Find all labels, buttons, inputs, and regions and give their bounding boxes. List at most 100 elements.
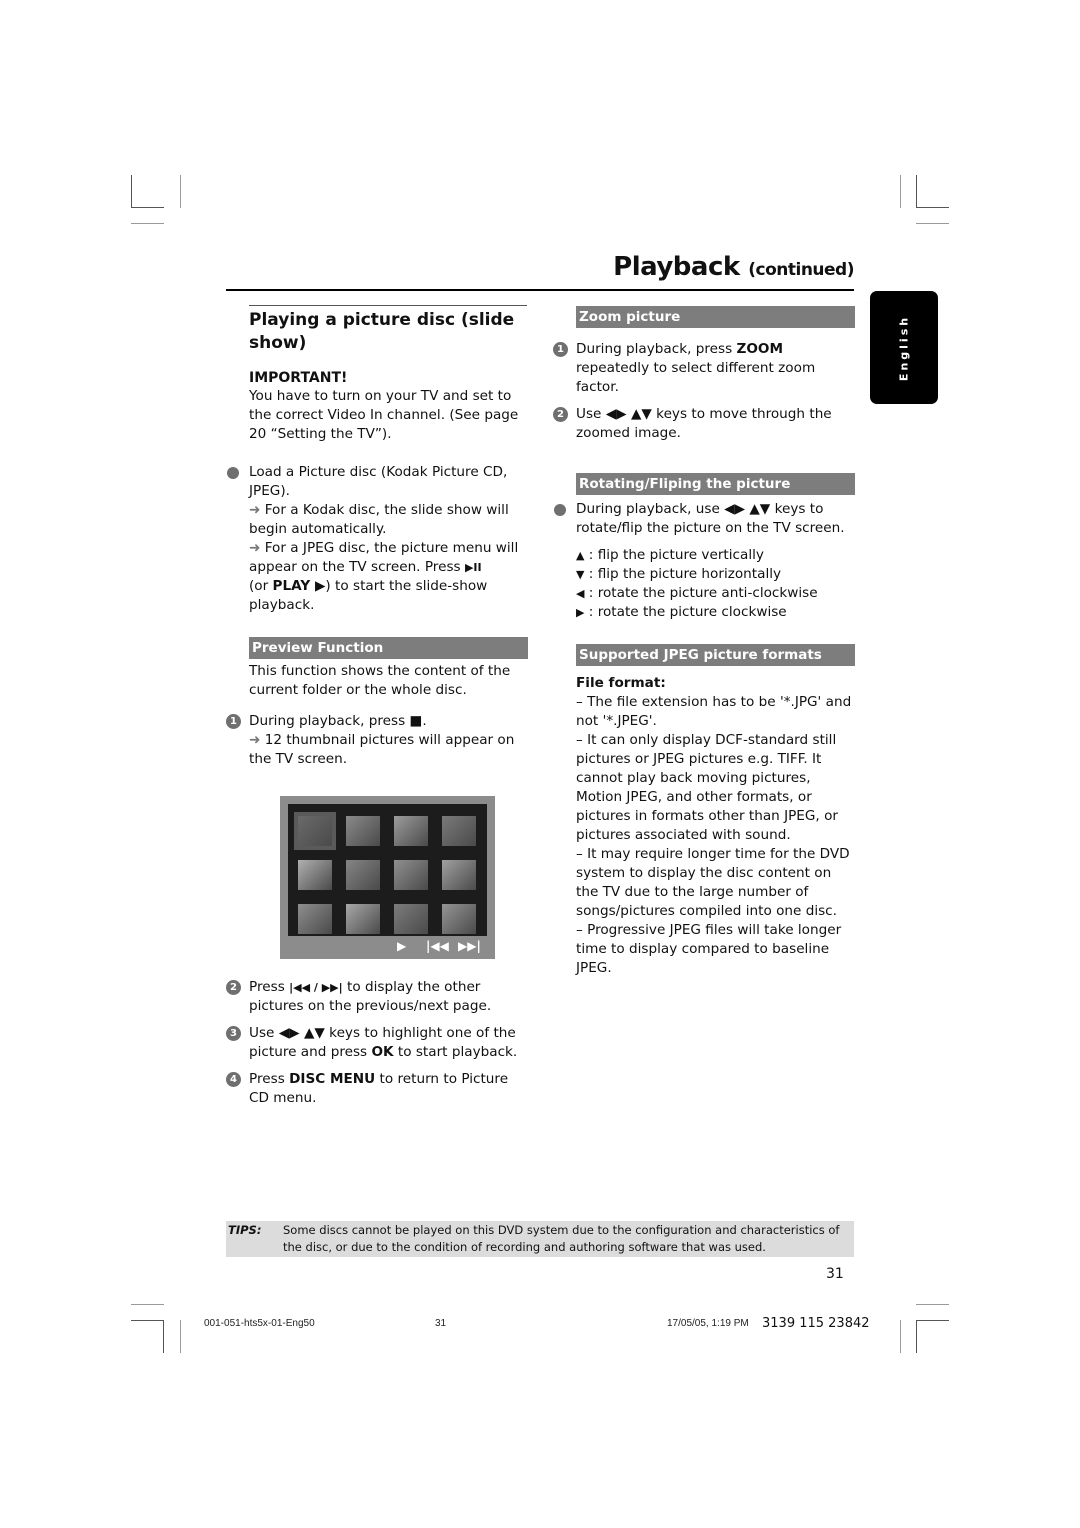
crop-mark [131,1304,164,1305]
crop-mark [916,1304,949,1305]
important-text: You have to turn on your TV and set to t… [249,388,519,442]
load-disc-item: Load a Picture disc (Kodak Picture CD, J… [226,463,528,615]
arrow-right-icon: ➜ [249,732,261,748]
thumbnail-image [346,860,380,890]
footer-date: 17/05/05, 1:19 PM [667,1318,749,1329]
zoom-step-1: 1 During playback, press ZOOM repeatedly… [553,340,855,397]
preview-step-2: 2 Press |◀◀ / ▶▶| to display the other p… [226,978,528,1016]
crop-mark [180,175,181,208]
thumbnail-grid [288,804,487,936]
crop-mark [916,223,949,224]
header-title: Playback [613,252,740,282]
arrow-down-icon: ▼ [576,568,585,581]
ok-key: OK [371,1044,394,1060]
language-tab-label: English [897,314,911,381]
thumbnail-image [394,816,428,846]
prev-next-icon: |◀◀ / ▶▶| [289,981,343,994]
rotate-key-row: ◀ : rotate the picture anti-clockwise [576,585,818,601]
step-number-icon: 1 [553,342,568,357]
crop-mark [131,175,132,208]
thumbnail-image [394,860,428,890]
step-number-icon: 3 [226,1026,241,1041]
play-pause-icon: ▶II [464,561,482,574]
crop-mark [916,207,949,208]
jpeg-formats-heading: Supported JPEG picture formats [576,644,855,666]
crop-mark [916,175,917,208]
arrow-right-icon: ➜ [249,540,261,556]
rotate-key-row: ▼ : flip the picture horizontally [576,566,782,582]
language-tab: English [870,291,938,404]
zoom-picture-heading: Zoom picture [576,306,855,328]
page-number: 31 [826,1266,844,1282]
rotate-key-row: ▲ : flip the picture vertically [576,547,764,563]
tips-label: TIPS: [228,1223,262,1237]
rotate-item: During playback, use ◀▶ ▲▼ keys to rotat… [553,500,855,538]
thumbnail-image [442,904,476,934]
rotating-heading: Rotating/Fliping the picture [576,473,855,495]
header-rule [226,289,854,291]
tips-text: Some discs cannot be played on this DVD … [283,1223,840,1254]
play-key: PLAY ▶ [272,578,326,594]
disc-menu-key: DISC MENU [289,1071,376,1087]
right-column: Zoom picture 1 During playback, press ZO… [553,306,855,978]
preview-function-heading: Preview Function [249,637,528,659]
jpeg-item: – It can only display DCF-standard still… [576,732,838,843]
rotate-key-list: ▲ : flip the picture vertically ▼ : flip… [553,546,855,622]
footer-page: 31 [435,1318,447,1329]
step-number-icon: 4 [226,1072,241,1087]
step-number-icon: 2 [553,407,568,422]
load-disc-text: Load a Picture disc (Kodak Picture CD, J… [249,464,508,499]
crop-mark [131,223,164,224]
important-label: IMPORTANT! [249,370,348,386]
zoom-step-2: 2 Use ◀▶ ▲▼ keys to move through the zoo… [553,405,855,443]
crop-mark [900,1320,901,1353]
previous-page-icon: |◀◀ [426,939,449,953]
preview-desc: This function shows the content of the c… [249,663,511,698]
crop-mark [163,1320,164,1353]
crop-mark [180,1320,181,1353]
thumbnail-screen-illustration: ▶ |◀◀ ▶▶| [280,796,495,959]
tips-box: TIPS: Some discs cannot be played on thi… [226,1221,854,1257]
arrow-right-icon: ➜ [249,502,261,518]
preview-step-1: 1 During playback, press ■. ➜ 12 thumbna… [226,712,528,769]
jpeg-item: – Progressive JPEG files will take longe… [576,922,842,976]
crop-mark [916,1320,917,1353]
jpeg-item: – The file extension has to be '*.JPG' a… [576,694,852,729]
thumbnail-image [442,860,476,890]
arrow-up-icon: ▲ [576,549,585,562]
file-format-label: File format: [576,675,666,691]
section-rule [249,305,527,306]
thumbnail-image [346,816,380,846]
next-page-icon: ▶▶| [458,939,481,953]
arrow-right-icon: ▶ [576,606,585,619]
zoom-key: ZOOM [736,341,784,357]
jpeg-item: – It may require longer time for the DVD… [576,846,850,919]
page-header: Playback (continued) [560,252,854,282]
play-icon: ▶ [397,939,407,953]
section-title: Playing a picture disc (slide show) [249,310,515,353]
stop-icon: ■ [409,713,423,729]
thumbnail-image [394,904,428,934]
header-continued: (continued) [748,260,854,280]
footer-file: 001-051-hts5x-01-Eng50 [204,1318,315,1329]
step-number-icon: 1 [226,714,241,729]
thumbnail-image [298,904,332,934]
step-number-icon: 2 [226,980,241,995]
jpeg-note: ➜ For a JPEG disc, the picture menu will… [249,540,519,613]
crop-mark [131,1320,164,1321]
rotate-key-row: ▶ : rotate the picture clockwise [576,604,787,620]
footer-code: 3139 115 23842 [762,1316,870,1331]
preview-step-4: 4 Press DISC MENU to return to Picture C… [226,1070,528,1108]
crop-mark [916,1320,949,1321]
bullet-icon [227,467,239,479]
crop-mark [131,207,164,208]
kodak-note: ➜ For a Kodak disc, the slide show will … [249,502,509,537]
thumbnail-image [442,816,476,846]
thumbnail-image [346,904,380,934]
thumbnail-image [298,860,332,890]
preview-step-3: 3 Use ◀▶ ▲▼ keys to highlight one of the… [226,1024,528,1062]
left-column: Playing a picture disc (slide show) IMPO… [226,305,528,1108]
crop-mark [900,175,901,208]
thumbnail-image [294,812,336,850]
arrow-left-icon: ◀ [576,587,585,600]
